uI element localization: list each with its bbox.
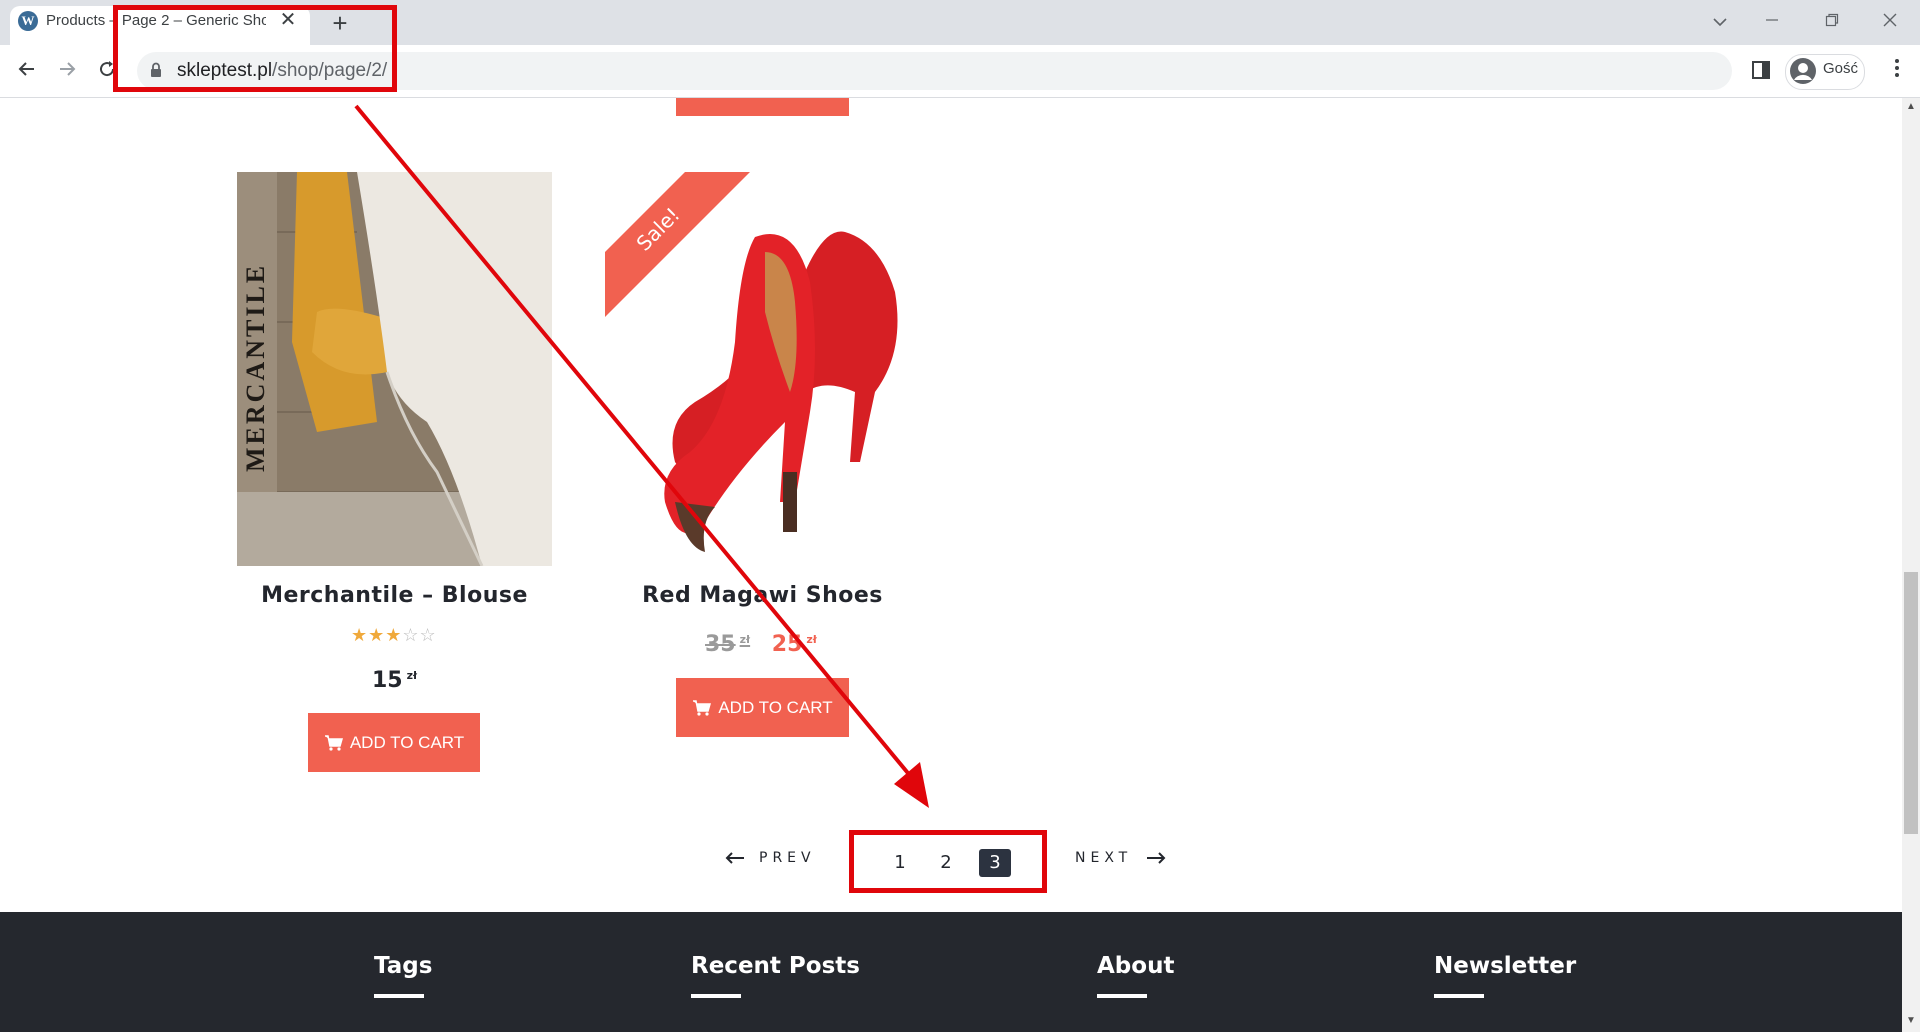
product-title-blouse[interactable]: Merchantile – Blouse xyxy=(237,583,552,608)
add-to-cart-button-shoes[interactable]: ADD TO CART xyxy=(676,678,849,737)
sale-price: 25 zł xyxy=(771,632,817,657)
product-title-shoes[interactable]: Red Magawi Shoes xyxy=(605,583,920,608)
profile-icon xyxy=(1790,58,1816,84)
price-value: 15 xyxy=(372,668,403,693)
cart-icon xyxy=(693,699,712,716)
wordpress-favicon-icon: W xyxy=(18,11,38,31)
product-price-blouse: 15 zł xyxy=(372,668,417,693)
sale-badge: Sale! xyxy=(605,172,750,317)
page-scrollbar[interactable] xyxy=(1902,98,1920,1032)
footer-heading-rule xyxy=(1434,994,1484,998)
arrow-right-icon xyxy=(1147,852,1166,864)
close-icon[interactable] xyxy=(1870,8,1910,34)
pagination-next-label: NEXT xyxy=(1075,850,1133,866)
footer-heading-rule xyxy=(1097,994,1147,998)
maximize-icon[interactable] xyxy=(1812,8,1852,34)
pagination-prev-label: PREV xyxy=(759,850,816,866)
add-to-cart-label: ADD TO CART xyxy=(718,697,833,717)
star-rating: ★★★☆☆ xyxy=(351,625,437,645)
minimize-icon[interactable] xyxy=(1752,8,1792,34)
pagination-prev[interactable]: PREV xyxy=(725,850,816,866)
previous-row-add-to-cart-button[interactable] xyxy=(676,98,849,116)
forward-icon[interactable] xyxy=(52,57,82,87)
blouse-image-text: MERCANTILE xyxy=(241,263,270,472)
tab-search-icon[interactable] xyxy=(1700,8,1740,34)
add-to-cart-button-blouse[interactable]: ADD TO CART xyxy=(308,713,480,772)
back-icon[interactable] xyxy=(12,57,42,87)
annotation-highlight-pagination xyxy=(849,830,1047,893)
footer-heading-recent-posts: Recent Posts xyxy=(691,953,860,979)
menu-icon[interactable] xyxy=(1887,56,1907,86)
product-image-blouse[interactable]: MERCANTILE xyxy=(237,172,552,566)
arrow-left-icon xyxy=(725,852,744,864)
footer-heading-tags: Tags xyxy=(374,953,433,979)
annotation-highlight-url xyxy=(113,5,397,92)
profile-label: Gość xyxy=(1823,60,1859,77)
product-price-shoes: 35 zł 25 zł xyxy=(705,632,817,657)
pagination-next[interactable]: NEXT xyxy=(1075,850,1166,866)
site-footer xyxy=(0,912,1902,1032)
footer-heading-rule xyxy=(691,994,741,998)
scroll-down-arrow-icon[interactable]: ▼ xyxy=(1904,1014,1918,1028)
price-currency: zł xyxy=(406,668,418,682)
scroll-up-arrow-icon[interactable]: ▲ xyxy=(1904,100,1918,114)
scroll-thumb[interactable] xyxy=(1904,572,1918,834)
footer-heading-rule xyxy=(374,994,424,998)
old-price: 35 zł xyxy=(705,632,751,657)
cart-icon xyxy=(324,734,343,751)
footer-heading-newsletter: Newsletter xyxy=(1434,953,1577,979)
footer-heading-about: About xyxy=(1097,953,1175,979)
side-panel-icon[interactable] xyxy=(1751,60,1771,80)
add-to-cart-label: ADD TO CART xyxy=(349,732,465,752)
